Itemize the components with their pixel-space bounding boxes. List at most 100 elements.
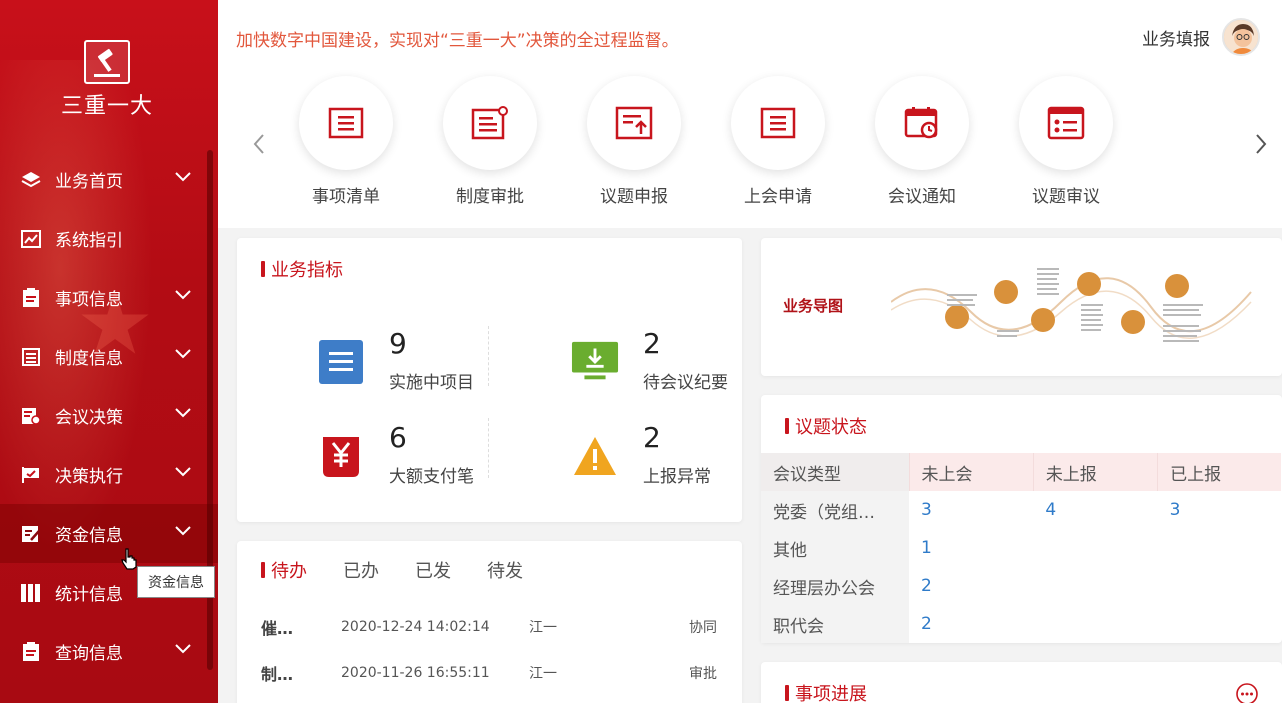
chevron-down-icon [175, 467, 191, 477]
avatar[interactable] [1222, 18, 1260, 56]
prev-arrow-icon[interactable] [252, 132, 266, 156]
table-row[interactable]: 制… 2020-11-26 16:55:11 江一 审批 [261, 650, 717, 696]
sidebar-item-query[interactable]: 查询信息 [0, 622, 218, 681]
count-cell[interactable]: 1 [909, 529, 1033, 567]
quick-link-topic-report[interactable]: 议题申报 [562, 76, 706, 207]
flag-icon [20, 464, 42, 486]
progress-card: 事项进展 [761, 662, 1282, 703]
chevron-down-icon [175, 172, 191, 182]
todo-user: 江一 [529, 620, 557, 636]
tab-todo[interactable]: 待办 [261, 557, 307, 583]
column-header: 会议类型 [761, 453, 909, 491]
chevron-down-icon [175, 526, 191, 536]
chevron-down-icon [175, 408, 191, 418]
sidebar-item-label: 决策执行 [55, 467, 123, 487]
column-header: 未上会 [908, 453, 1034, 491]
kpi-exceptions[interactable]: 2 上报异常 [571, 424, 711, 487]
list-icon [317, 338, 365, 386]
count-cell[interactable] [1158, 529, 1281, 567]
sidebar-item-policies[interactable]: 制度信息 [0, 327, 218, 386]
kpi-value: 2 [643, 421, 661, 454]
bars-icon [20, 582, 42, 604]
upload-doc-icon [587, 76, 681, 170]
chevron-down-icon [175, 349, 191, 359]
sidebar-item-home[interactable]: 业务首页 [0, 150, 218, 209]
sidebar-item-label: 会议决策 [55, 408, 123, 428]
count-cell[interactable] [1033, 529, 1157, 567]
sidebar-item-funds[interactable]: 资金信息 [0, 504, 218, 563]
quick-link-label: 上会申请 [744, 187, 812, 207]
kpi-label: 待会议纪要 [643, 373, 728, 393]
quick-link-topic-review[interactable]: 议题审议 [994, 76, 1138, 207]
monitor-download-icon [571, 338, 619, 386]
sidebar-item-execution[interactable]: 决策执行 [0, 445, 218, 504]
kpi-label: 实施中项目 [389, 373, 474, 393]
kpi-projects[interactable]: 9 实施中项目 [317, 330, 474, 393]
chevron-down-icon [175, 290, 191, 300]
kpi-value: 9 [389, 327, 407, 360]
todo-title[interactable]: 制… [261, 661, 341, 685]
todo-user: 江一 [529, 666, 557, 682]
meeting-type: 其他 [761, 529, 909, 567]
quick-link-meeting-notice[interactable]: 会议通知 [850, 76, 994, 207]
count-cell[interactable] [1158, 567, 1281, 605]
list-doc-icon [299, 76, 393, 170]
calendar-clock-icon [875, 76, 969, 170]
count-cell[interactable]: 3 [909, 491, 1033, 529]
tab-pending-send[interactable]: 待发 [487, 557, 523, 583]
count-cell[interactable] [1033, 605, 1157, 643]
quick-link-meeting-request[interactable]: 上会申请 [706, 76, 850, 207]
table-row[interactable]: 催… 2020-12-24 14:02:14 江一 协同 [261, 604, 717, 650]
tab-sent[interactable]: 已发 [415, 557, 451, 583]
chevron-down-icon [175, 644, 191, 654]
quick-links: 事项清单 制度审批 议题申报 上会申请 会议通知 议题审议 [274, 76, 1138, 207]
divider [488, 326, 489, 386]
document-icon [20, 287, 42, 309]
user-name[interactable]: 业务填报 [1142, 25, 1210, 50]
meeting-type: 职代会 [761, 605, 909, 643]
checklist-icon [1019, 76, 1113, 170]
count-cell[interactable]: 2 [909, 605, 1033, 643]
sidebar-item-label: 事项信息 [55, 290, 123, 310]
doc-badge-icon [443, 76, 537, 170]
count-cell[interactable] [1158, 605, 1281, 643]
count-cell[interactable] [1033, 567, 1157, 605]
todo-type: 协同 [689, 620, 717, 636]
count-cell[interactable]: 2 [909, 567, 1033, 605]
next-arrow-icon[interactable] [1254, 132, 1268, 156]
sidebar-item-guide[interactable]: 系统指引 [0, 209, 218, 268]
business-map-card[interactable]: 业务导图 [761, 238, 1282, 376]
kpi-payments[interactable]: 6 大额支付笔 [317, 424, 474, 487]
list-icon [20, 346, 42, 368]
count-cell[interactable]: 3 [1158, 491, 1281, 529]
layers-icon [20, 169, 42, 191]
divider [488, 418, 489, 478]
main-content: 加快数字中国建设，实现对“三重一大”决策的全过程监督。 业务填报 事项清单 制度… [218, 0, 1282, 703]
column-header: 已上报 [1157, 453, 1281, 491]
more-icon[interactable] [1235, 682, 1259, 703]
column-header: 未上报 [1032, 453, 1158, 491]
quick-link-policy-approval[interactable]: 制度审批 [418, 76, 562, 207]
kpi-minutes[interactable]: 2 待会议纪要 [571, 330, 728, 393]
quick-link-item-list[interactable]: 事项清单 [274, 76, 418, 207]
issue-status-card: 议题状态 会议类型 未上会 未上报 已上报 党委（党组… 3 4 3 其他 1 … [761, 395, 1282, 643]
table-row: 党委（党组… 3 4 3 [761, 491, 1281, 529]
issue-status-table: 会议类型 未上会 未上报 已上报 党委（党组… 3 4 3 其他 1 经理层办公… [761, 453, 1281, 643]
sidebar-item-label: 制度信息 [55, 349, 123, 369]
todo-title[interactable]: 催… [261, 615, 341, 639]
meeting-icon [20, 405, 42, 427]
chart-icon [20, 228, 42, 250]
hand-cursor-icon [121, 548, 137, 570]
user-menu[interactable]: 业务填报 [1142, 18, 1260, 56]
count-cell[interactable]: 4 [1033, 491, 1157, 529]
tab-done[interactable]: 已办 [343, 557, 379, 583]
meeting-type: 党委（党组… [761, 491, 909, 529]
sidebar-item-matters[interactable]: 事项信息 [0, 268, 218, 327]
card-title: 业务指标 [261, 256, 343, 282]
edit-icon [20, 523, 42, 545]
quick-link-label: 制度审批 [456, 187, 524, 207]
quick-link-label: 会议通知 [888, 187, 956, 207]
sidebar-item-meetings[interactable]: 会议决策 [0, 386, 218, 445]
kpi-label: 上报异常 [643, 467, 711, 487]
sidebar-item-label: 查询信息 [55, 644, 123, 664]
